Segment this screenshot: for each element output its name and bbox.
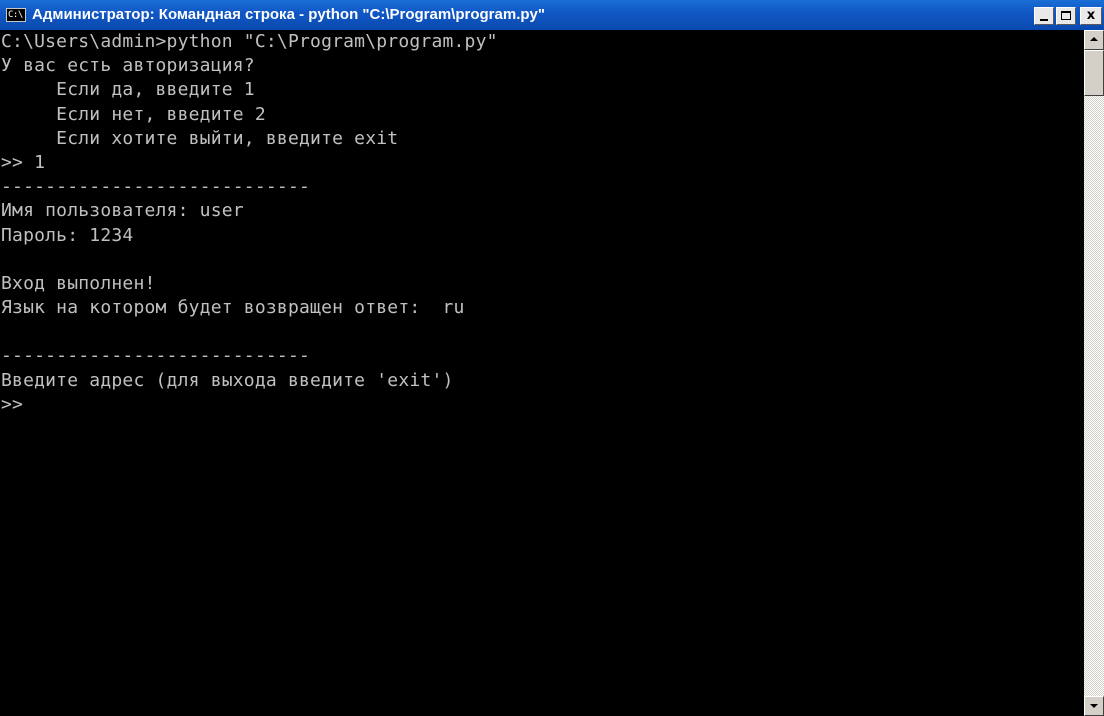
console-line: Если да, введите 1 — [1, 79, 255, 101]
arrow-down-icon — [1090, 704, 1098, 708]
title-bar[interactable]: C:\ Администратор: Командная строка - py… — [0, 0, 1104, 30]
close-button[interactable]: x — [1080, 7, 1102, 25]
scroll-thumb[interactable] — [1084, 50, 1104, 96]
close-icon: x — [1086, 8, 1096, 23]
console-icon-label: C:\ — [8, 10, 23, 20]
scroll-down-button[interactable] — [1084, 696, 1104, 716]
console-line: ---------------------------- — [1, 345, 311, 367]
console-line: Если нет, введите 2 — [1, 103, 266, 125]
console-output[interactable]: C:\Users\admin>python "C:\Program\progra… — [0, 30, 1084, 716]
console-line: Введите адрес (для выхода введите 'exit'… — [1, 369, 454, 391]
console-line: Имя пользователя: user — [1, 200, 244, 222]
console-window: C:\ Администратор: Командная строка - py… — [0, 0, 1104, 716]
console-line: Если хотите выйти, введите exit — [1, 127, 399, 149]
console-line: >> 1 — [1, 151, 46, 173]
console-icon[interactable]: C:\ — [6, 8, 26, 22]
maximize-icon — [1061, 11, 1071, 20]
console-line: У вас есть авторизация? — [1, 55, 255, 77]
vertical-scrollbar[interactable] — [1084, 30, 1104, 716]
console-line: ---------------------------- — [1, 176, 311, 198]
console-line: C:\Users\admin>python "C:\Program\progra… — [1, 31, 498, 52]
minimize-button[interactable] — [1034, 7, 1054, 25]
scroll-up-button[interactable] — [1084, 30, 1104, 50]
console-line: Язык на котором будет возвращен ответ: r… — [1, 297, 465, 319]
minimize-icon — [1040, 19, 1048, 21]
arrow-up-icon — [1090, 37, 1098, 41]
window-title: Администратор: Командная строка - python… — [32, 6, 545, 23]
console-line: Вход выполнен! — [1, 272, 156, 294]
maximize-button[interactable] — [1056, 7, 1076, 25]
console-line: Пароль: 1234 — [1, 224, 134, 246]
console-line: >> — [1, 393, 24, 415]
console-lines: C:\Users\admin>python "C:\Program\progra… — [1, 30, 498, 417]
